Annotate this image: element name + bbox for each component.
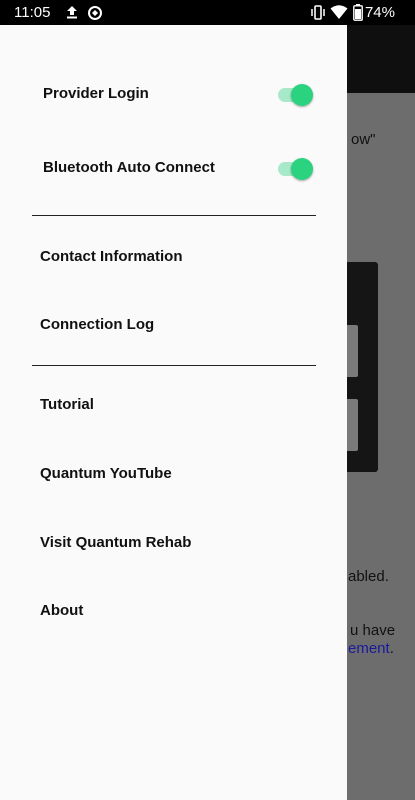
battery-percent: 74%	[364, 4, 395, 21]
bluetooth-auto-connect-label: Bluetooth Auto Connect	[43, 159, 215, 176]
switch-knob	[291, 84, 313, 106]
status-bar: 11:05 74%	[0, 0, 415, 25]
menu-item-label: About	[40, 602, 84, 619]
background-text-enabled: abled.	[348, 568, 389, 585]
navigation-drawer: Provider Login Bluetooth Auto Connect Co…	[0, 25, 347, 800]
battery-icon	[353, 4, 363, 25]
wifi-icon	[330, 4, 348, 24]
bluetooth-auto-connect-switch[interactable]	[278, 157, 314, 181]
background-text-quote: ow"	[351, 131, 376, 148]
status-time: 11:05	[14, 4, 51, 21]
sync-icon	[87, 5, 103, 25]
provider-login-switch[interactable]	[278, 83, 314, 107]
menu-item-connection-log[interactable]: Connection Log	[0, 306, 347, 346]
provider-login-label: Provider Login	[43, 85, 149, 102]
menu-item-visit-quantum-rehab[interactable]: Visit Quantum Rehab	[0, 524, 347, 564]
divider	[32, 365, 316, 366]
menu-item-about[interactable]: About	[0, 592, 347, 632]
menu-item-label: Contact Information	[40, 248, 183, 265]
menu-item-contact-information[interactable]: Contact Information	[0, 238, 347, 278]
menu-item-label: Tutorial	[40, 396, 94, 413]
menu-item-quantum-youtube[interactable]: Quantum YouTube	[0, 455, 347, 495]
upload-icon	[66, 5, 78, 23]
menu-item-label: Connection Log	[40, 316, 155, 333]
provider-login-row[interactable]: Provider Login	[0, 75, 347, 115]
background-link-text[interactable]: ement.	[348, 640, 394, 657]
menu-item-label: Quantum YouTube	[40, 465, 172, 482]
background-period: .	[389, 640, 394, 657]
menu-item-label: Visit Quantum Rehab	[40, 534, 192, 551]
background-link[interactable]: ement	[348, 640, 390, 657]
background-text-have: u have	[350, 622, 396, 639]
menu-item-tutorial[interactable]: Tutorial	[0, 386, 347, 426]
vibrate-icon	[310, 5, 326, 24]
switch-knob	[291, 158, 313, 180]
bluetooth-auto-connect-row[interactable]: Bluetooth Auto Connect	[0, 149, 347, 189]
divider	[32, 215, 316, 216]
